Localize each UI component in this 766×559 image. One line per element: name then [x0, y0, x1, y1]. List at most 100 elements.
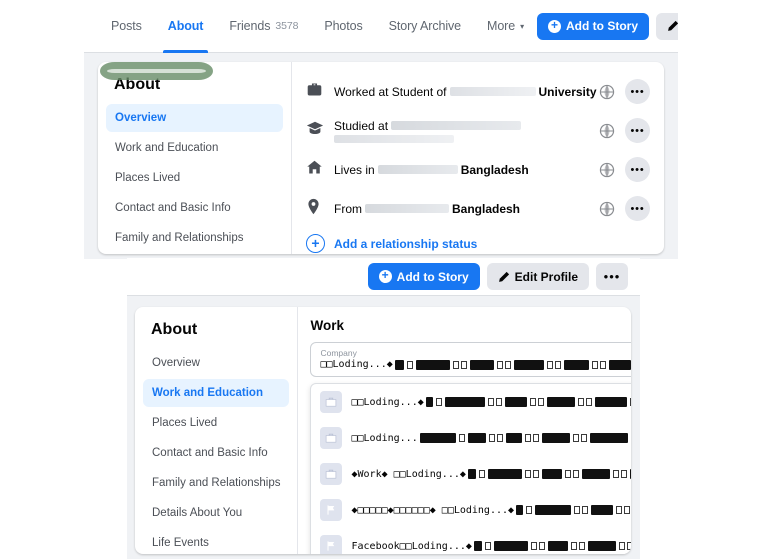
suggestion-item-label: □□Loding...	[351, 432, 418, 444]
suggestion-item[interactable]: ◆Work◆ □□Loding...◆ …	[311, 456, 631, 492]
add-to-story-button[interactable]: + Add to Story	[537, 12, 650, 40]
sidebar-item-work-and-education[interactable]: Work and Education	[106, 134, 283, 162]
plus-circle-icon: +	[548, 19, 562, 33]
suggestion-item[interactable]: Facebook□□Loding...◆ …	[311, 528, 631, 554]
about-sidebar-bottom-title: About	[151, 321, 198, 338]
globe-icon[interactable]	[599, 123, 615, 139]
pencil-icon	[668, 20, 678, 31]
sidebar2-item-places-lived-label: Places Lived	[152, 417, 218, 429]
about-sidebar: About Overview Work and Education Places…	[98, 62, 292, 254]
info-row-from-text: From Bangladesh	[334, 202, 599, 216]
suggestion-item-text: □□Loding... …	[351, 432, 631, 444]
info-row-education: Studied at •••	[306, 111, 650, 150]
suggestion-item-text: ◆Work◆ □□Loding...◆ …	[351, 468, 631, 480]
sidebar-item-work-and-education-label: Work and Education	[115, 142, 219, 154]
suggestion-item-text: Facebook□□Loding...◆ …	[351, 540, 631, 552]
sidebar-item-family-and-relationships-label: Family and Relationships	[115, 232, 244, 244]
tab-posts[interactable]: Posts	[98, 0, 155, 53]
sidebar2-item-places-lived[interactable]: Places Lived	[143, 409, 289, 437]
info-row-education-prefix: Studied at	[334, 118, 389, 133]
sidebar2-item-overview[interactable]: Overview	[143, 349, 289, 377]
suggestion-item-text: ◆□□□□□◆□□□□□□◆ □□Loding...◆ …	[351, 504, 631, 516]
info-row-work-suffix: University	[538, 84, 597, 99]
sidebar2-item-family-and-relationships-label: Family and Relationships	[152, 477, 281, 489]
top-screenshot-panel: Posts About Friends 3578 Photos Story Ar…	[84, 0, 678, 259]
tab-about-label: About	[167, 19, 204, 33]
suggestion-item[interactable]: □□Loding...◆ …	[311, 384, 631, 420]
company-suggestions-dropdown: □□Loding...◆ …	[310, 383, 631, 554]
about-sidebar-bottom: About Overview Work and Education Places…	[135, 307, 299, 554]
sidebar2-item-life-events-label: Life Events	[152, 537, 209, 549]
work-editor-content: Work Company □□Loding...◆ □□Loding...◆ □…	[298, 307, 631, 554]
sidebar2-item-contact-and-basic-info-label: Contact and Basic Info	[152, 447, 268, 459]
sidebar-item-overview-label: Overview	[115, 112, 167, 124]
about-sidebar-title: About	[114, 76, 161, 93]
globe-icon[interactable]	[599, 162, 615, 178]
info-row-lives-in-prefix: Lives in	[334, 162, 375, 177]
bottom-more-options-button[interactable]: •••	[596, 263, 628, 290]
sidebar-item-places-lived[interactable]: Places Lived	[106, 164, 283, 192]
flag-icon	[320, 499, 343, 521]
sidebar2-item-details-about-you-label: Details About You	[152, 507, 243, 519]
suggestion-item[interactable]: □□Loding... …	[311, 420, 631, 456]
suggestion-item-label: Facebook□□Loding...◆	[351, 540, 472, 552]
bottom-add-to-story-button[interactable]: + Add to Story	[367, 263, 480, 290]
briefcase-icon	[320, 463, 343, 485]
globe-icon[interactable]	[599, 84, 615, 100]
info-row-lives-in-menu-button[interactable]: •••	[625, 157, 650, 182]
bottom-edit-profile-button[interactable]: Edit Profile	[486, 263, 589, 290]
sidebar2-item-overview-label: Overview	[152, 357, 200, 369]
add-to-story-label: Add to Story	[566, 19, 639, 33]
suggestion-item-label: □□Loding...◆	[351, 396, 424, 408]
sidebar-item-family-and-relationships[interactable]: Family and Relationships	[106, 224, 283, 252]
redaction-smudge	[391, 121, 522, 130]
briefcase-icon	[306, 81, 334, 103]
info-row-education-menu-button[interactable]: •••	[625, 118, 650, 143]
home-icon	[306, 159, 334, 181]
suggestion-item[interactable]: ◆□□□□□◆□□□□□□◆ □□Loding...◆ …	[311, 492, 631, 528]
add-relationship-status-button[interactable]: + Add a relationship status	[306, 228, 650, 254]
redaction-smudge	[449, 87, 536, 96]
info-row-from-menu-label: •••	[630, 202, 645, 215]
sidebar-item-overview[interactable]: Overview	[106, 104, 283, 132]
info-row-work-text: Worked at Student of University	[334, 85, 599, 99]
tab-posts-label: Posts	[111, 19, 142, 33]
sidebar2-item-life-events[interactable]: Life Events	[143, 529, 289, 554]
info-row-from-menu-button[interactable]: •••	[625, 196, 650, 221]
info-row-education-menu-label: •••	[630, 124, 645, 137]
tab-more[interactable]: More ▾	[474, 0, 537, 53]
tab-about[interactable]: About	[155, 0, 217, 53]
globe-icon[interactable]	[599, 201, 615, 217]
bottom-add-to-story-label: Add to Story	[396, 269, 469, 284]
redaction-smudge	[377, 165, 458, 174]
profile-nav-bar: Posts About Friends 3578 Photos Story Ar…	[84, 0, 678, 53]
suggestion-item-label: ◆□□□□□◆□□□□□□◆ □□Loding...◆	[351, 504, 515, 516]
tab-story-archive[interactable]: Story Archive	[376, 0, 474, 53]
tab-friends[interactable]: Friends 3578	[216, 0, 311, 53]
info-row-from-prefix: From	[334, 201, 362, 216]
info-row-work-prefix: Worked at Student of	[334, 84, 447, 99]
info-row-education-text: Studied at	[334, 119, 599, 143]
tab-photos[interactable]: Photos	[311, 0, 375, 53]
edit-profile-button[interactable]: Edit Profile	[656, 12, 678, 40]
add-relationship-status-label: Add a relationship status	[334, 236, 478, 251]
tab-more-label: More	[487, 19, 516, 33]
sidebar-item-contact-and-basic-info-label: Contact and Basic Info	[115, 202, 231, 214]
pencil-icon	[498, 271, 509, 282]
redaction-smudge-sub	[334, 134, 454, 143]
sidebar-item-contact-and-basic-info[interactable]: Contact and Basic Info	[106, 194, 283, 222]
sidebar2-item-family-and-relationships[interactable]: Family and Relationships	[143, 469, 289, 497]
about-content: Worked at Student of University ••• Stud…	[292, 62, 664, 254]
company-field[interactable]: Company □□Loding...◆	[310, 342, 631, 377]
briefcase-icon	[320, 427, 343, 449]
work-section-title: Work	[310, 318, 344, 333]
info-row-work-menu-button[interactable]: •••	[625, 79, 650, 104]
pin-icon	[306, 198, 334, 220]
sidebar2-item-work-and-education[interactable]: Work and Education	[143, 379, 290, 407]
tab-friends-label: Friends	[229, 19, 271, 33]
company-input[interactable]: □□Loding...◆	[320, 359, 631, 370]
sidebar2-item-contact-and-basic-info[interactable]: Contact and Basic Info	[143, 439, 289, 467]
bottom-edit-profile-label: Edit Profile	[514, 269, 578, 284]
about-card-work-education: About Overview Work and Education Places…	[135, 307, 631, 554]
sidebar2-item-details-about-you[interactable]: Details About You	[143, 499, 289, 527]
